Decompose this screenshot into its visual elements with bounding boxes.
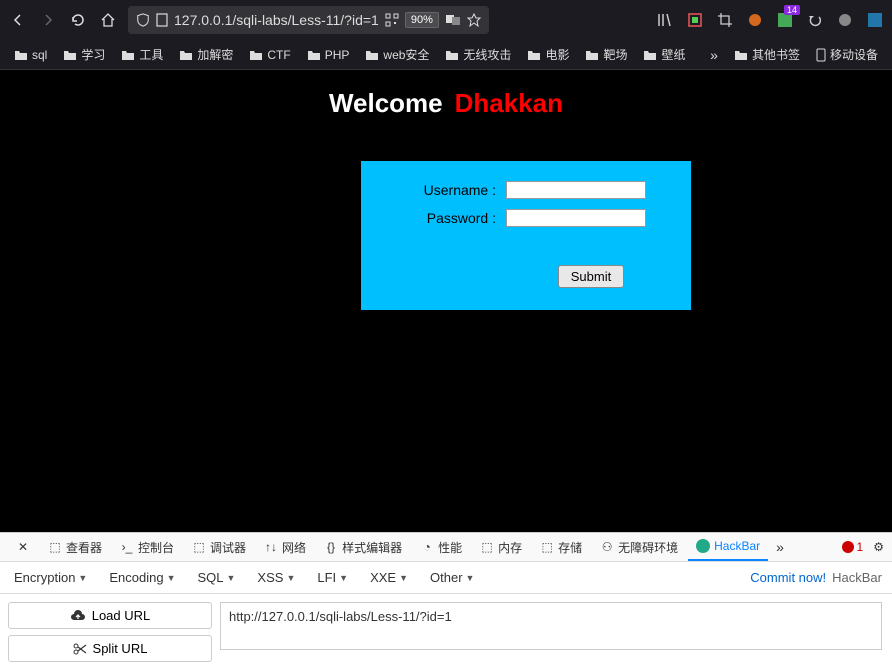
hb-sql[interactable]: SQL▼ xyxy=(193,567,239,588)
commit-link[interactable]: Commit now! xyxy=(750,570,826,585)
bookmark-study[interactable]: 学习 xyxy=(57,43,111,66)
extension-icon-1[interactable] xyxy=(686,11,704,29)
devtools-overflow[interactable]: » xyxy=(770,539,790,555)
translate-icon[interactable] xyxy=(445,13,461,27)
cloud-icon xyxy=(70,610,86,622)
page-content: WelcomeDhakkan Username : Password : Sub… xyxy=(0,70,892,532)
bookmark-php[interactable]: PHP xyxy=(301,45,356,65)
login-form: Username : Password : Submit xyxy=(361,161,691,310)
forward-button[interactable] xyxy=(38,10,58,30)
tab-debugger[interactable]: ⬚调试器 xyxy=(184,533,254,561)
undo-icon[interactable] xyxy=(806,11,824,29)
library-icon[interactable] xyxy=(656,11,674,29)
tab-network[interactable]: ↑↓网络 xyxy=(256,533,314,561)
load-url-button[interactable]: Load URL xyxy=(8,602,212,629)
bookmark-range[interactable]: 靶场 xyxy=(579,43,633,66)
tab-inspector[interactable]: ⬚查看器 xyxy=(40,533,110,561)
bookmark-websec[interactable]: web安全 xyxy=(359,43,435,66)
hackbar-body: Load URL Split URL xyxy=(0,594,892,664)
page-icon xyxy=(156,13,168,27)
bookmark-wireless[interactable]: 无线攻击 xyxy=(439,43,517,66)
bookmark-movies[interactable]: 电影 xyxy=(521,43,575,66)
bookmarks-bar: sql 学习 工具 加解密 CTF PHP web安全 无线攻击 电影 靶场 壁… xyxy=(0,40,892,70)
url-text: 127.0.0.1/sqli-labs/Less-11/?id=1 xyxy=(174,12,379,28)
hb-xxe[interactable]: XXE▼ xyxy=(366,567,412,588)
submit-button[interactable]: Submit xyxy=(558,265,624,288)
devtools-close[interactable]: ✕ xyxy=(8,533,38,561)
hb-other[interactable]: Other▼ xyxy=(426,567,478,588)
home-button[interactable] xyxy=(98,10,118,30)
hb-lfi[interactable]: LFI▼ xyxy=(313,567,352,588)
zoom-level[interactable]: 90% xyxy=(405,12,439,28)
username-label: Username : xyxy=(406,182,496,198)
scissors-icon xyxy=(73,643,87,655)
username-input[interactable] xyxy=(506,181,646,199)
bookmark-sql[interactable]: sql xyxy=(8,45,53,65)
toolbar-extensions: 14 xyxy=(656,11,884,29)
tab-style-editor[interactable]: {}样式编辑器 xyxy=(316,533,410,561)
other-bookmarks[interactable]: 其他书签 xyxy=(728,43,806,66)
hackbar-brand: HackBar xyxy=(832,570,882,585)
extension-icon-4[interactable] xyxy=(836,11,854,29)
extension-icon-2[interactable] xyxy=(746,11,764,29)
devtools-settings[interactable]: ⚙ xyxy=(873,540,884,554)
tab-memory[interactable]: ⬚内存 xyxy=(472,533,530,561)
qr-icon[interactable] xyxy=(385,13,399,27)
tab-accessibility[interactable]: ⚇无障碍环境 xyxy=(592,533,686,561)
tab-hackbar[interactable]: HackBar xyxy=(688,533,768,561)
star-icon[interactable] xyxy=(467,13,481,27)
hb-encryption[interactable]: Encryption▼ xyxy=(10,567,91,588)
tab-console[interactable]: ›_控制台 xyxy=(112,533,182,561)
error-count[interactable]: 1 xyxy=(842,540,864,554)
bookmark-wallpaper[interactable]: 壁纸 xyxy=(637,43,691,66)
extension-icon-5[interactable] xyxy=(866,11,884,29)
hackbar-url-input[interactable] xyxy=(220,602,882,650)
bookmark-tools[interactable]: 工具 xyxy=(115,43,169,66)
split-url-button[interactable]: Split URL xyxy=(8,635,212,662)
bookmarks-overflow[interactable]: » xyxy=(704,47,724,63)
extension-icon-3[interactable]: 14 xyxy=(776,11,794,29)
reload-button[interactable] xyxy=(68,10,88,30)
hb-xss[interactable]: XSS▼ xyxy=(253,567,299,588)
tab-storage[interactable]: ⬚存储 xyxy=(532,533,590,561)
bookmark-ctf[interactable]: CTF xyxy=(243,45,296,65)
tab-performance[interactable]: ◔性能 xyxy=(412,533,470,561)
mobile-bookmarks[interactable]: 移动设备 xyxy=(810,43,884,66)
password-input[interactable] xyxy=(506,209,646,227)
shield-icon xyxy=(136,13,150,27)
hackbar-menu: Encryption▼ Encoding▼ SQL▼ XSS▼ LFI▼ XXE… xyxy=(0,562,892,594)
page-title: WelcomeDhakkan xyxy=(329,88,563,119)
bookmark-crypto[interactable]: 加解密 xyxy=(173,43,239,66)
hackbar-icon xyxy=(696,539,710,553)
url-bar[interactable]: 127.0.0.1/sqli-labs/Less-11/?id=1 90% xyxy=(128,6,489,34)
hb-encoding[interactable]: Encoding▼ xyxy=(105,567,179,588)
password-label: Password : xyxy=(406,210,496,226)
back-button[interactable] xyxy=(8,10,28,30)
crop-icon[interactable] xyxy=(716,11,734,29)
browser-toolbar: 127.0.0.1/sqli-labs/Less-11/?id=1 90% 14 xyxy=(0,0,892,40)
devtools-tabbar: ✕ ⬚查看器 ›_控制台 ⬚调试器 ↑↓网络 {}样式编辑器 ◔性能 ⬚内存 ⬚… xyxy=(0,532,892,562)
